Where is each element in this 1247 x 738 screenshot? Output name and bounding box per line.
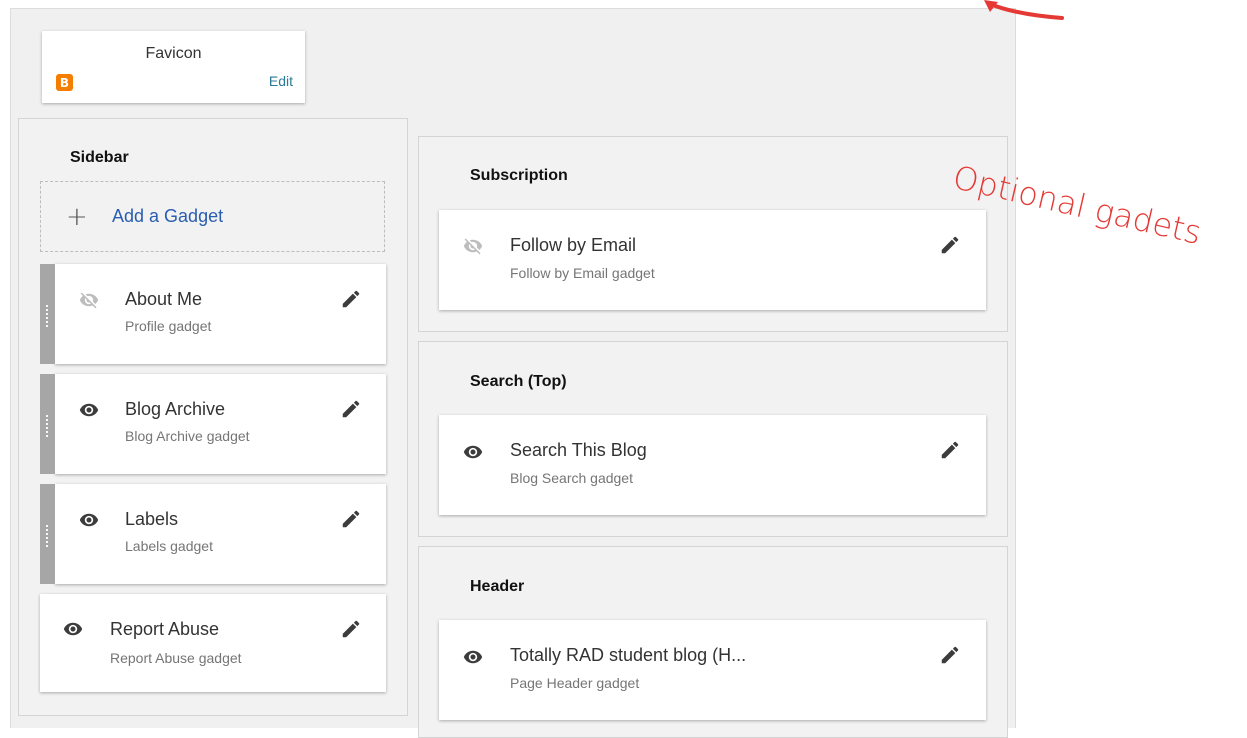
drag-handle[interactable]	[40, 484, 55, 584]
edit-pencil-icon[interactable]	[340, 508, 362, 530]
visibility-icon[interactable]	[60, 619, 86, 639]
gadget-follow-by-email[interactable]: Follow by Email Follow by Email gadget	[439, 210, 986, 310]
gadget-title: About Me	[125, 289, 203, 309]
visibility-off-icon[interactable]	[460, 236, 486, 256]
edit-pencil-icon[interactable]	[340, 618, 362, 640]
gadget-blog-archive[interactable]: Blog Archive Blog Archive gadget	[40, 374, 386, 474]
edit-pencil-icon[interactable]	[939, 644, 961, 666]
gadget-title: Totally RAD student blog (H...	[510, 645, 747, 665]
plus-icon: +	[66, 202, 88, 232]
visibility-icon[interactable]	[460, 647, 486, 667]
favicon-card: Favicon B Edit	[42, 31, 305, 103]
sidebar-title: Sidebar	[70, 149, 129, 166]
section-title: Header	[470, 578, 525, 595]
gadget-about-me[interactable]: About Me Profile gadget	[40, 264, 386, 364]
add-gadget-label: Add a Gadget	[112, 206, 224, 226]
gadget-labels[interactable]: Labels Labels gadget	[40, 484, 386, 584]
edit-pencil-icon[interactable]	[939, 234, 961, 256]
section-title: Search (Top)	[470, 373, 567, 390]
gadget-title: Blog Archive	[125, 399, 226, 419]
gadget-report-abuse[interactable]: Report Abuse Report Abuse gadget	[40, 594, 386, 692]
gadget-subtitle: Blog Archive gadget	[125, 428, 250, 444]
drag-handle[interactable]	[40, 264, 55, 364]
edit-pencil-icon[interactable]	[340, 288, 362, 310]
add-gadget-button[interactable]: + Add a Gadget	[40, 181, 385, 252]
favicon-title: Favicon	[145, 45, 202, 62]
gadget-search-this-blog[interactable]: Search This Blog Blog Search gadget	[439, 415, 986, 515]
gadget-page-header[interactable]: Totally RAD student blog (H... Page Head…	[439, 620, 986, 720]
visibility-icon[interactable]	[460, 442, 486, 462]
favicon-edit-link[interactable]: Edit	[269, 73, 293, 89]
edit-pencil-icon[interactable]	[340, 398, 362, 420]
gadget-subtitle: Report Abuse gadget	[110, 650, 242, 666]
gadget-subtitle: Follow by Email gadget	[510, 265, 655, 281]
drag-handle[interactable]	[40, 374, 55, 474]
visibility-icon[interactable]	[76, 510, 102, 530]
gadget-subtitle: Page Header gadget	[510, 675, 640, 691]
gadget-subtitle: Blog Search gadget	[510, 470, 633, 486]
gadget-title: Follow by Email	[510, 235, 637, 255]
annotation-arrow-icon	[984, 0, 1064, 20]
gadget-title: Labels	[125, 509, 179, 529]
blogger-logo-icon: B	[56, 74, 73, 91]
gadget-title: Report Abuse	[110, 619, 220, 639]
section-title: Subscription	[470, 167, 568, 184]
gadget-subtitle: Profile gadget	[125, 318, 212, 334]
visibility-off-icon[interactable]	[76, 290, 102, 310]
edit-pencil-icon[interactable]	[939, 439, 961, 461]
visibility-icon[interactable]	[76, 400, 102, 420]
gadget-title: Search This Blog	[510, 440, 647, 460]
gadget-subtitle: Labels gadget	[125, 538, 213, 554]
